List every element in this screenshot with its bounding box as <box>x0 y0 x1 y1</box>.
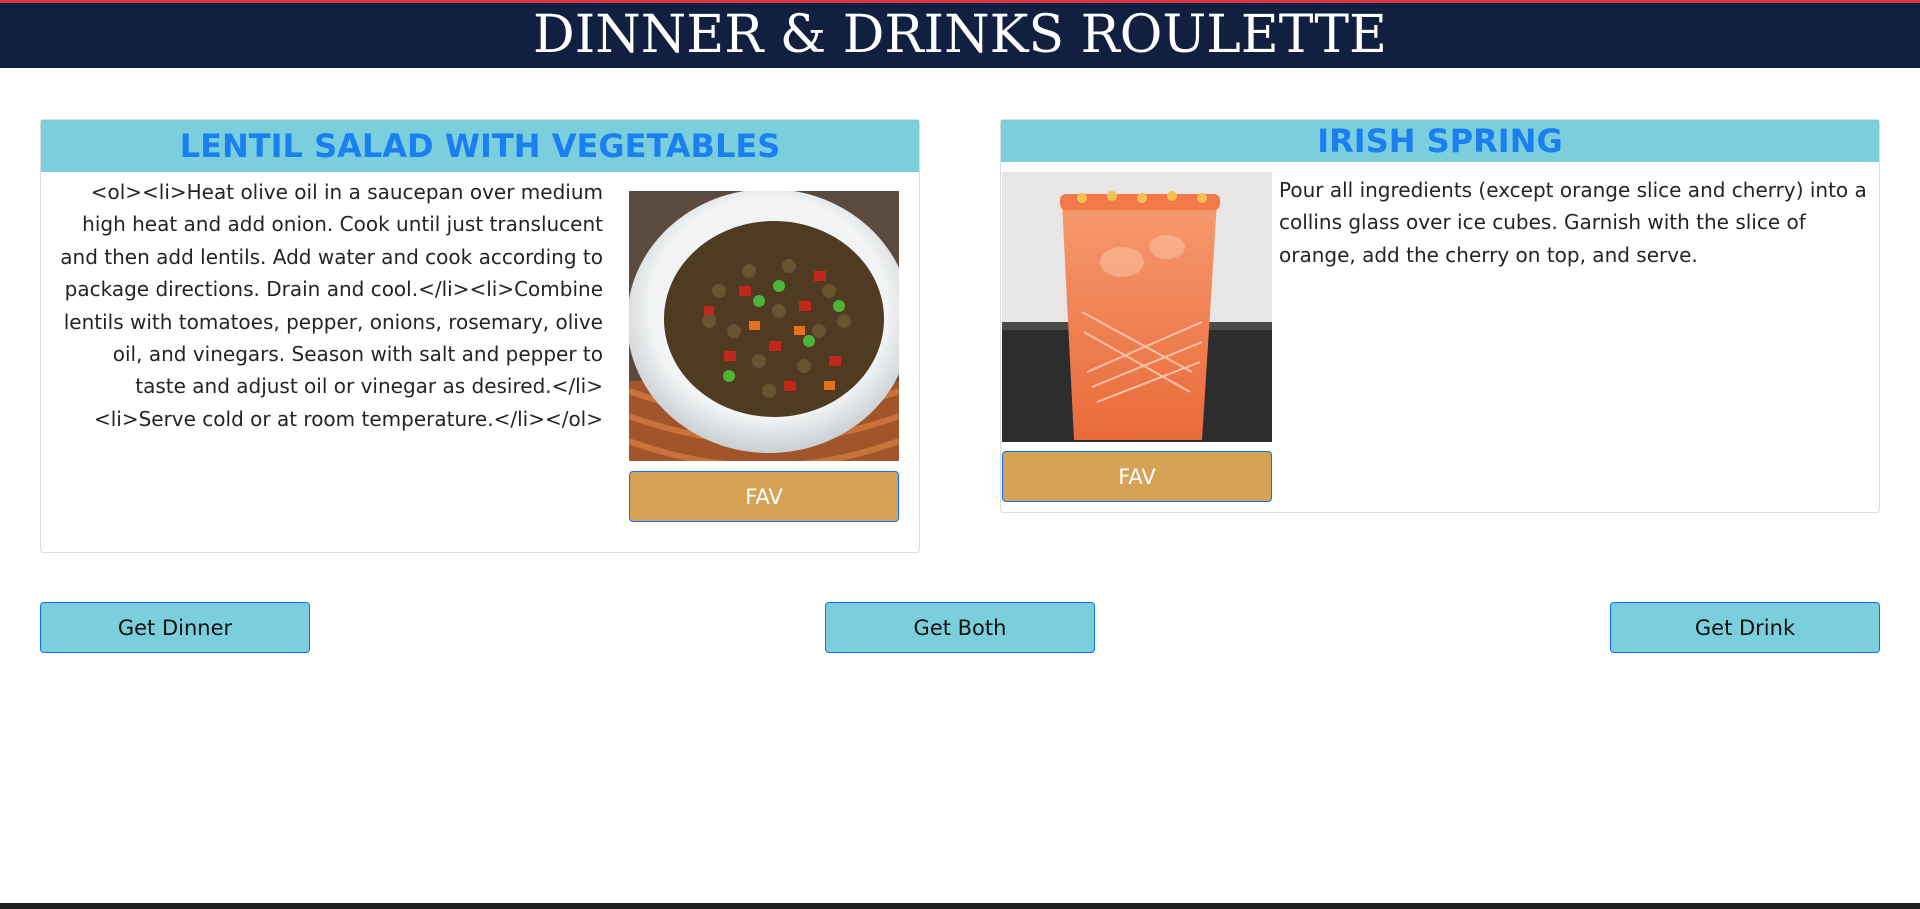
drink-image <box>1002 172 1272 442</box>
drink-instructions: Pour all ingredients (except orange slic… <box>1279 178 1867 267</box>
dinner-title: LENTIL SALAD WITH VEGETABLES <box>41 120 919 172</box>
page-title: DINNER & DRINKS ROULETTE <box>0 3 1920 68</box>
dinner-image <box>629 191 899 461</box>
get-both-button[interactable]: Get Both <box>825 602 1095 653</box>
dinner-instructions: <ol><li>Heat olive oil in a saucepan ove… <box>60 180 603 431</box>
get-dinner-button[interactable]: Get Dinner <box>40 602 310 653</box>
drink-title: IRISH SPRING <box>1001 120 1879 162</box>
drink-fav-button[interactable]: FAV <box>1002 451 1272 502</box>
dinner-card: LENTIL SALAD WITH VEGETABLES <ol><li>Hea… <box>40 119 920 553</box>
get-drink-button[interactable]: Get Drink <box>1610 602 1880 653</box>
bottom-bar <box>0 903 1920 909</box>
drink-card: IRISH SPRING FAV Pour all ingredients (e… <box>1000 119 1880 513</box>
dinner-fav-button[interactable]: FAV <box>629 471 899 522</box>
